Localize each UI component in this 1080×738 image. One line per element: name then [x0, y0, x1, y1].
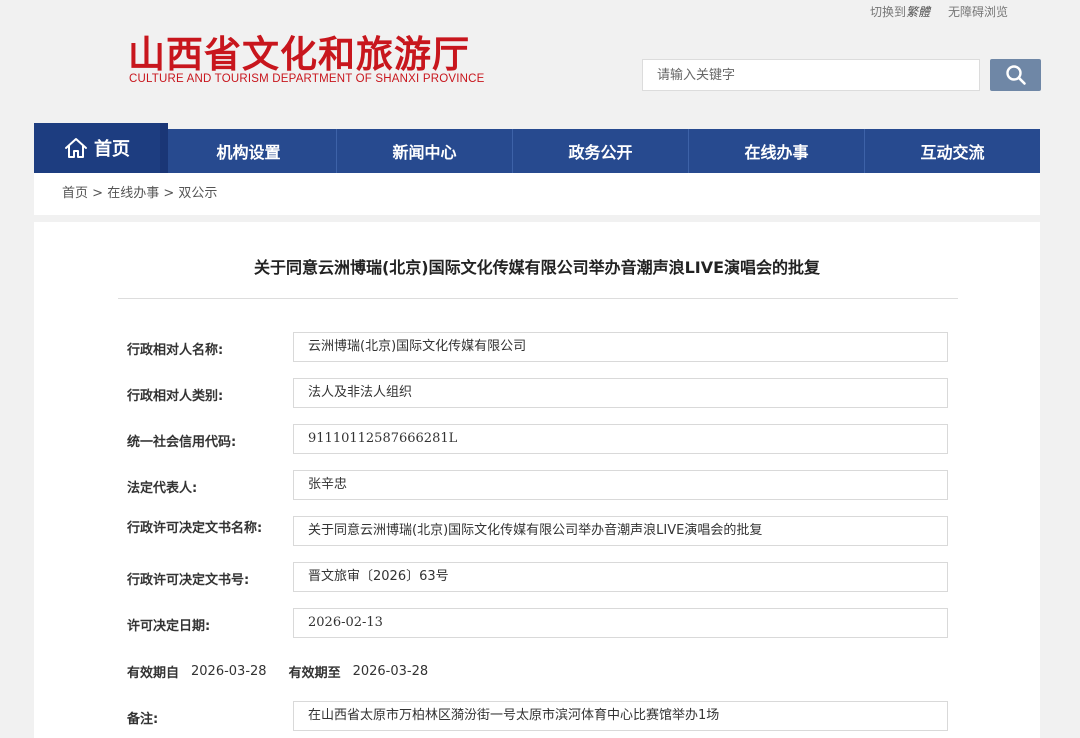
- home-icon: [65, 138, 87, 158]
- site-logo-cn[interactable]: 山西省文化和旅游厅: [128, 24, 470, 78]
- nav-item-interaction[interactable]: 互动交流: [864, 129, 1040, 173]
- switch-traditional-link[interactable]: 切换到繁體: [870, 3, 930, 20]
- search-button[interactable]: [990, 59, 1041, 91]
- content-panel: 关于同意云洲博瑞(北京)国际文化传媒有限公司举办音潮声浪LIVE演唱会的批复 行…: [34, 222, 1040, 738]
- field-value-decision-date: 2026-02-13: [293, 608, 948, 638]
- breadcrumb: 首页 > 在线办事 > 双公示: [34, 173, 1040, 215]
- accessibility-link[interactable]: 无障碍浏览: [948, 3, 1008, 20]
- valid-to-value: 2026-03-28: [352, 664, 429, 679]
- breadcrumb-separator: >: [88, 186, 108, 201]
- top-links: 切换到繁體 无障碍浏览: [870, 3, 1008, 20]
- breadcrumb-current[interactable]: 双公示: [178, 186, 217, 201]
- field-value-party-type: 法人及非法人组织: [293, 378, 948, 408]
- valid-to-label: 有效期至: [288, 666, 341, 681]
- field-value-decision-doc-name: 关于同意云洲博瑞(北京)国际文化传媒有限公司举办音潮声浪LIVE演唱会的批复: [293, 516, 948, 546]
- switch-target: 繁體: [906, 5, 931, 19]
- breadcrumb-home[interactable]: 首页: [62, 186, 88, 201]
- field-label-decision-doc-number: 行政许可决定文书号:: [127, 573, 250, 588]
- validity-period: 有效期自 2026-03-28 有效期至 2026-03-28: [127, 662, 428, 681]
- nav-item-org[interactable]: 机构设置: [160, 129, 336, 173]
- field-value-legal-rep: 张辛忠: [293, 470, 948, 500]
- field-label-party-type: 行政相对人类别:: [127, 389, 224, 404]
- nav-item-news[interactable]: 新闻中心: [336, 129, 512, 173]
- search-icon: [1005, 65, 1026, 85]
- nav-home[interactable]: 首页: [34, 123, 168, 173]
- title-divider: [118, 298, 958, 299]
- search-input[interactable]: [642, 59, 980, 91]
- field-label-party-name: 行政相对人名称:: [127, 343, 224, 358]
- field-label-decision-date: 许可决定日期:: [127, 619, 211, 634]
- nav-item-online-services[interactable]: 在线办事: [688, 129, 864, 173]
- field-value-remark: 在山西省太原市万柏林区漪汾街一号太原市滨河体育中心比赛馆举办1场: [293, 701, 948, 731]
- field-value-credit-code: 91110112587666281L: [293, 424, 948, 454]
- field-value-party-name: 云洲博瑞(北京)国际文化传媒有限公司: [293, 332, 948, 362]
- breadcrumb-online-services[interactable]: 在线办事: [107, 186, 159, 201]
- nav-home-label: 首页: [94, 139, 130, 160]
- breadcrumb-separator: >: [159, 186, 179, 201]
- valid-from-value: 2026-03-28: [191, 664, 267, 679]
- field-label-legal-rep: 法定代表人:: [127, 481, 198, 496]
- field-value-decision-doc-number: 晋文旅审〔2026〕63号: [293, 562, 948, 592]
- switch-prefix: 切换到: [870, 5, 907, 19]
- field-label-credit-code: 统一社会信用代码:: [127, 435, 237, 450]
- field-label-decision-doc-name: 行政许可决定文书名称:: [127, 521, 263, 536]
- main-nav: 首页 机构设置 新闻中心 政务公开 在线办事 互动交流: [34, 123, 1040, 173]
- valid-from-label: 有效期自: [127, 666, 180, 681]
- nav-item-gov-affairs[interactable]: 政务公开: [512, 129, 688, 173]
- site-logo-en: CULTURE AND TOURISM DEPARTMENT OF SHANXI…: [129, 73, 485, 85]
- field-label-remark: 备注:: [127, 712, 159, 727]
- document-title: 关于同意云洲博瑞(北京)国际文化传媒有限公司举办音潮声浪LIVE演唱会的批复: [253, 258, 821, 277]
